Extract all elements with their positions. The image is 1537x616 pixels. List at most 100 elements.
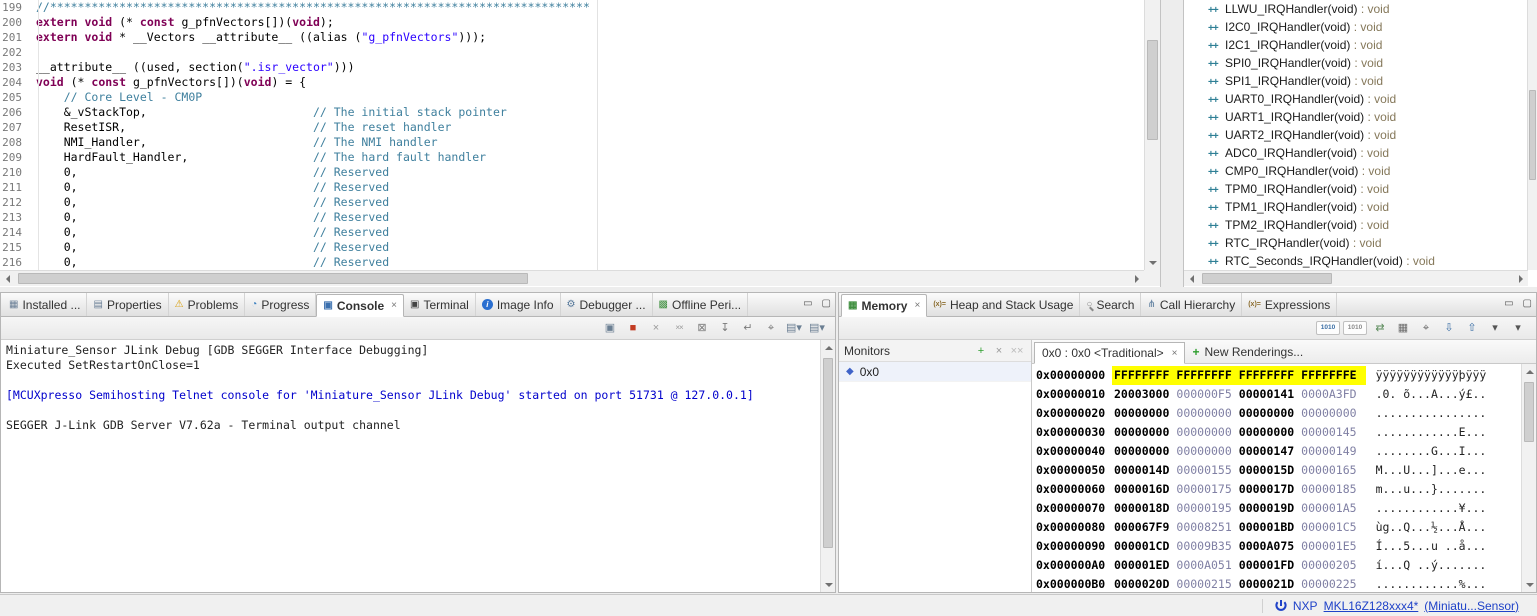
scroll-lock-button[interactable]: ↧ (715, 320, 735, 336)
tab-debugger[interactable]: ⚙ Debugger ... (561, 293, 653, 316)
memory-word[interactable]: 0000015D (1239, 461, 1294, 480)
outline-item[interactable]: ++ I2C1_IRQHandler(void) : void (1184, 36, 1527, 54)
memory-word[interactable]: 0000A075 (1239, 537, 1294, 556)
code-line[interactable]: 211 0, // Reserved (0, 180, 1144, 195)
memory-row[interactable]: 0x00000080 000067F9 00008251 000001BD 000001… (1032, 518, 1521, 537)
line-number[interactable]: 202 (0, 45, 30, 60)
line-number[interactable]: 201 (0, 30, 30, 45)
memory-row[interactable]: 0x00000010 20003000 000000F5 00000141 0000A3… (1032, 385, 1521, 404)
memory-word[interactable]: 20003000 (1114, 385, 1169, 404)
editor-horizontal-scrollbar[interactable] (0, 270, 1144, 286)
link-rendering-panes-icon[interactable]: ⇄ (1370, 320, 1390, 336)
tab-offline-peripherals[interactable]: ▩ Offline Peri... (653, 293, 749, 316)
memory-word[interactable]: 0000018D (1114, 499, 1169, 518)
memory-word[interactable]: 00000155 (1176, 461, 1231, 480)
code-line[interactable]: 212 0, // Reserved (0, 195, 1144, 210)
code-line[interactable]: 215 0, // Reserved (0, 240, 1144, 255)
minimize-view-icon[interactable]: ▭ (1504, 298, 1513, 309)
remove-all-monitors-button[interactable]: ×× (1008, 345, 1026, 357)
memory-word[interactable]: 000001CD (1114, 537, 1169, 556)
tab-progress[interactable]: ◔ Progress (245, 293, 317, 316)
outline-item[interactable]: ++ TPM1_IRQHandler(void) : void (1184, 198, 1527, 216)
memory-word[interactable]: 0000021D (1239, 575, 1294, 592)
memory-row[interactable]: 0x00000070 0000018D 00000195 0000019D 000001… (1032, 499, 1521, 518)
outline-item[interactable]: ++ LLWU_IRQHandler(void) : void (1184, 0, 1527, 18)
code-line[interactable]: 210 0, // Reserved (0, 165, 1144, 180)
memory-word[interactable]: 00000175 (1176, 480, 1231, 499)
memory-word[interactable]: 000001E5 (1301, 537, 1356, 556)
code-line[interactable]: 214 0, // Reserved (0, 225, 1144, 240)
display-selected-console-button[interactable]: ▤▾ (784, 320, 804, 336)
scroll-up-button[interactable] (1522, 364, 1537, 379)
memory-row[interactable]: 0x00000030 00000000 00000000 00000000 000001… (1032, 423, 1521, 442)
memory-row[interactable]: 0x00000040 00000000 00000000 00000147 000001… (1032, 442, 1521, 461)
new-renderings-tab[interactable]: + New Renderings... (1185, 341, 1310, 363)
memory-word[interactable]: 00000205 (1301, 556, 1356, 575)
memory-row[interactable]: 0x000000B0 0000020D 00000215 0000021D 000002… (1032, 575, 1521, 592)
line-number[interactable]: 205 (0, 90, 30, 105)
code-editor[interactable]: 199 //***********************************… (0, 0, 1161, 287)
memory-word[interactable]: 000001C5 (1301, 518, 1356, 537)
line-number[interactable]: 206 (0, 105, 30, 120)
memory-row[interactable]: 0x00000050 0000014D 00000155 0000015D 000001… (1032, 461, 1521, 480)
scrollbar-thumb[interactable] (1529, 90, 1536, 180)
clear-console-button[interactable]: ⊠ (692, 320, 712, 336)
scroll-down-button[interactable] (1145, 255, 1160, 270)
outline-item[interactable]: ++ I2C0_IRQHandler(void) : void (1184, 18, 1527, 36)
scroll-down-button[interactable] (821, 577, 836, 592)
console-output[interactable]: Miniature_Sensor JLink Debug [GDB SEGGER… (1, 340, 820, 592)
scroll-down-button[interactable] (1522, 577, 1537, 592)
memory-word[interactable]: 0000020D (1114, 575, 1169, 592)
line-number[interactable]: 208 (0, 135, 30, 150)
scroll-left-button[interactable] (0, 271, 15, 286)
remove-launch-button[interactable]: × (646, 320, 666, 336)
line-number[interactable]: 216 (0, 255, 30, 270)
memory-row[interactable]: 0x000000A0 000001ED 0000A051 000001FD 000002… (1032, 556, 1521, 575)
memory-monitor-item[interactable]: ◆ 0x0 (839, 362, 1031, 382)
editor-vertical-scrollbar[interactable] (1144, 0, 1160, 270)
code-line[interactable]: 208 NMI_Handler, // The NMI handler (0, 135, 1144, 150)
outline-item[interactable]: ++ TPM2_IRQHandler(void) : void (1184, 216, 1527, 234)
toggle-monitors-pane-icon[interactable]: 1010 (1316, 321, 1340, 335)
new-memory-view-icon[interactable]: ▦ (1393, 320, 1413, 336)
memory-word[interactable]: 0000014D (1114, 461, 1169, 480)
memory-word[interactable]: FFFFFFFF (1239, 366, 1294, 385)
memory-table[interactable]: 0x00000000 FFFFFFFF FFFFFFFF FFFFFFFF FFFFFF… (1032, 364, 1521, 592)
memory-word[interactable]: FFFFFFFE (1301, 366, 1356, 385)
memory-word[interactable]: 0000019D (1239, 499, 1294, 518)
memory-word[interactable]: 0000017D (1239, 480, 1294, 499)
close-tab-icon[interactable]: × (391, 300, 397, 311)
memory-word[interactable]: 00000000 (1176, 442, 1231, 461)
maximize-view-icon[interactable]: ▢ (1523, 298, 1532, 309)
memory-word[interactable]: 00000000 (1176, 404, 1231, 423)
scroll-left-button[interactable] (1184, 271, 1199, 286)
line-number[interactable]: 200 (0, 15, 30, 30)
tab-console[interactable]: ▣ Console × (316, 294, 405, 317)
tab-expressions[interactable]: (x)= Expressions (1242, 293, 1338, 316)
tab-terminal[interactable]: ▣ Terminal (404, 293, 476, 316)
memory-row[interactable]: 0x00000000 FFFFFFFF FFFFFFFF FFFFFFFF FFFFFF… (1032, 366, 1521, 385)
close-rendering-icon[interactable]: × (1172, 348, 1178, 359)
code-line[interactable]: 206 &_vStackTop, // The initial stack po… (0, 105, 1144, 120)
editor-outline-sash[interactable] (1161, 0, 1183, 287)
memory-word[interactable]: 00000147 (1239, 442, 1294, 461)
memory-word[interactable]: 00000185 (1301, 480, 1356, 499)
code-line[interactable]: 213 0, // Reserved (0, 210, 1144, 225)
memory-word[interactable]: 0000A3FD (1301, 385, 1356, 404)
memory-row[interactable]: 0x00000090 000001CD 00009B35 0000A075 000001… (1032, 537, 1521, 556)
scroll-up-button[interactable] (821, 340, 836, 355)
pin-console-button[interactable]: ⌖ (761, 320, 781, 336)
outline-item[interactable]: ++ SPI0_IRQHandler(void) : void (1184, 54, 1527, 72)
memory-word[interactable]: 000001ED (1114, 556, 1169, 575)
memory-vertical-scrollbar[interactable] (1521, 364, 1536, 592)
tab-installed[interactable]: ▦ Installed ... (3, 293, 88, 316)
tab-problems[interactable]: ⚠ Problems (169, 293, 246, 316)
memory-word[interactable]: FFFFFFFF (1176, 366, 1231, 385)
memory-word[interactable]: 00009B35 (1176, 537, 1231, 556)
memory-word[interactable]: 000067F9 (1114, 518, 1169, 537)
memory-rendering-tab[interactable]: 0x0 : 0x0 <Traditional> × (1034, 342, 1186, 364)
memory-word[interactable]: 00008251 (1176, 518, 1231, 537)
terminate-button[interactable]: ■ (623, 320, 643, 336)
outline-item[interactable]: ++ UART2_IRQHandler(void) : void (1184, 126, 1527, 144)
memory-layout-dropdown[interactable]: ▾ (1485, 320, 1505, 336)
